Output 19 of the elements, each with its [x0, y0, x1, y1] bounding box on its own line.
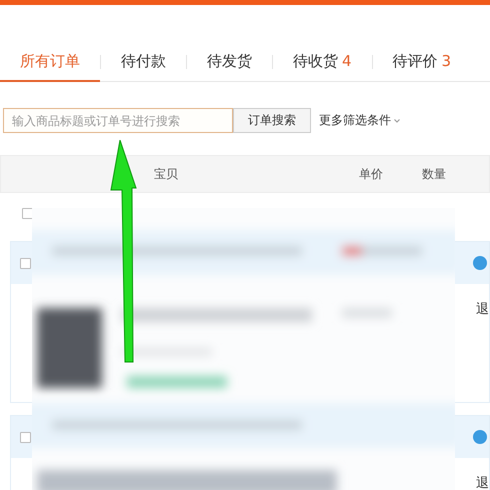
refund-link[interactable]: 退	[476, 300, 489, 318]
column-header: 单价	[359, 166, 383, 182]
chat-icon[interactable]	[473, 256, 487, 270]
search-button[interactable]: 订单搜索	[233, 108, 311, 133]
order-tab[interactable]: 待发货	[187, 44, 272, 82]
order-checkbox[interactable]	[20, 432, 31, 442]
order-tab[interactable]: 所有订单	[0, 44, 100, 82]
order-tab[interactable]: 待收货 4	[273, 44, 372, 82]
chat-icon[interactable]	[473, 430, 487, 444]
refund-link[interactable]: 退	[476, 474, 489, 490]
caret-icon	[394, 118, 400, 122]
search-field[interactable]: 输入商品标题或订单号进行搜索	[3, 108, 233, 133]
order-tab[interactable]: 待评价 3	[372, 44, 472, 82]
select-all-checkbox[interactable]	[22, 208, 33, 218]
more-filters-dropdown[interactable]: 更多筛选条件	[319, 112, 400, 129]
order-checkbox[interactable]	[20, 258, 31, 268]
column-header: 数量	[422, 166, 446, 182]
column-header: 宝贝	[154, 166, 178, 182]
order-tab[interactable]: 待付款	[101, 44, 186, 82]
